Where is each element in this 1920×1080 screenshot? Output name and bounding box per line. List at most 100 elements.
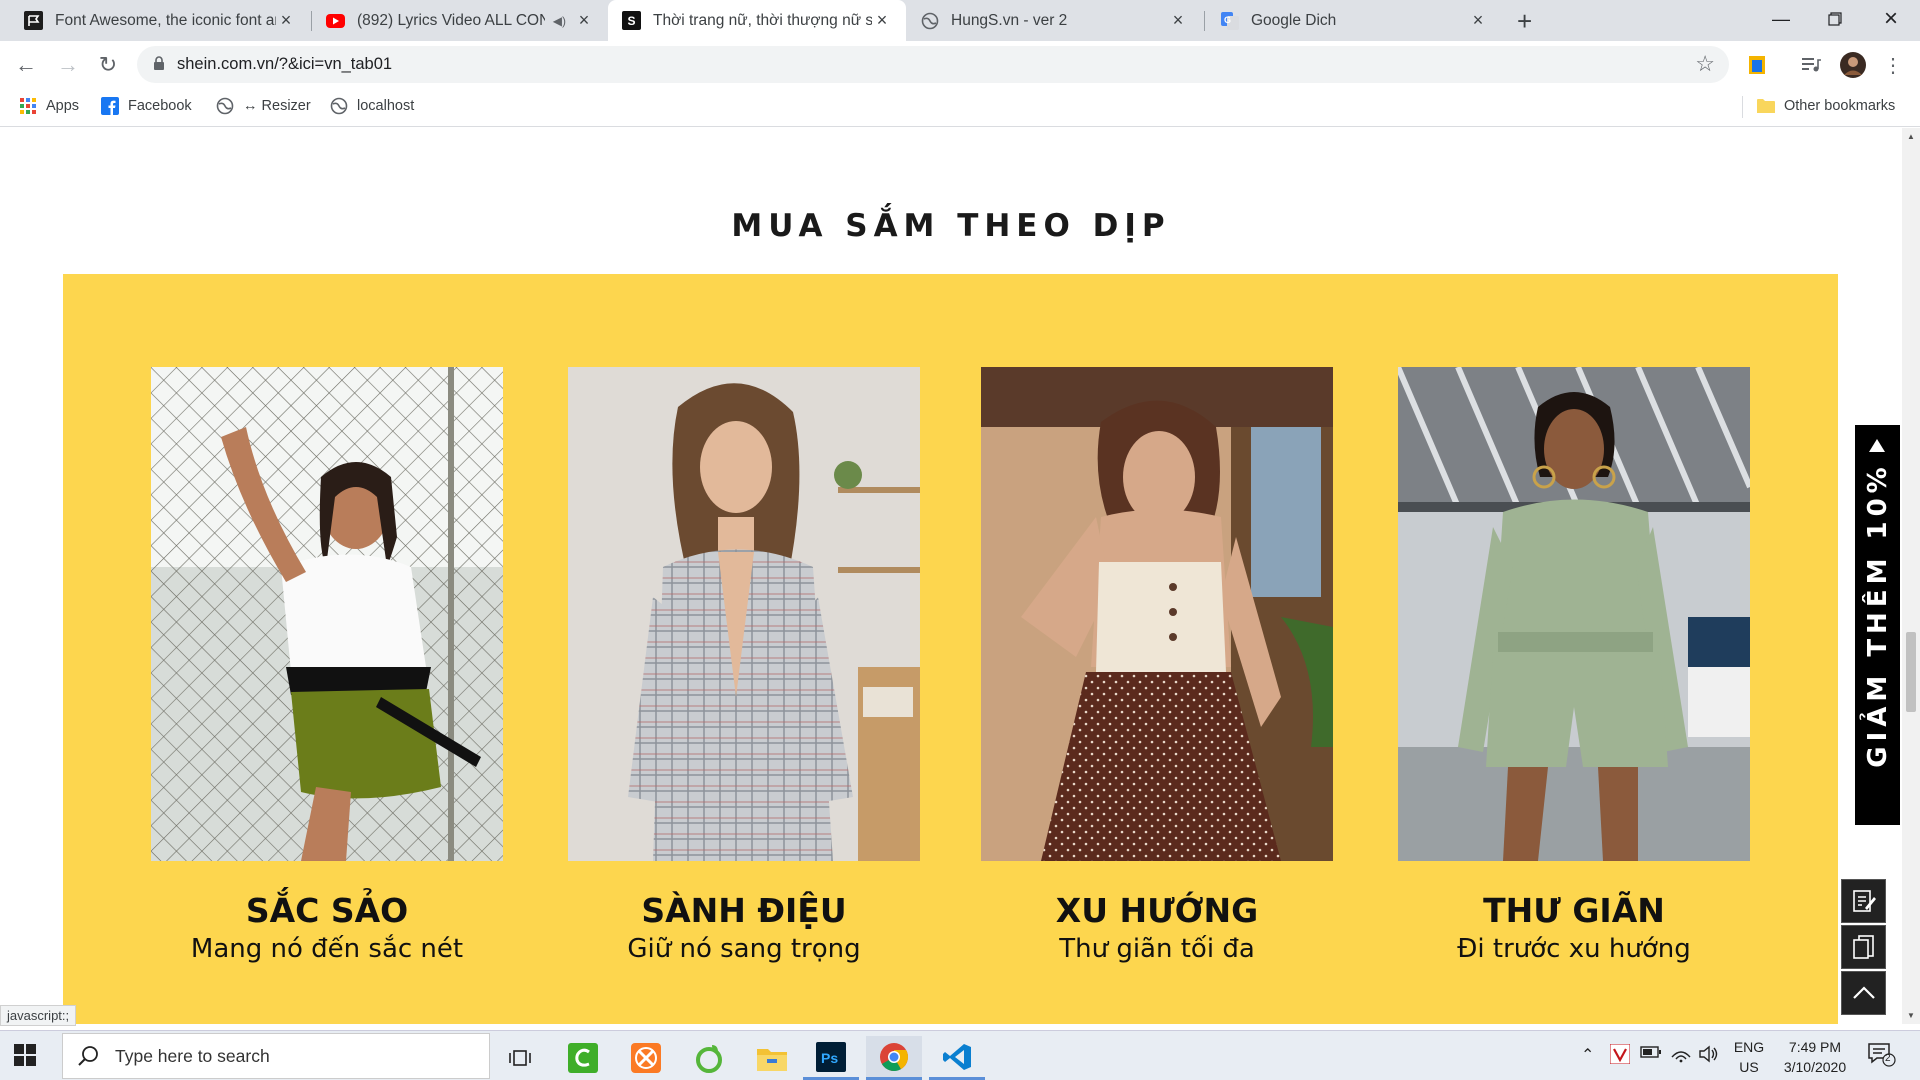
facebook-icon	[100, 96, 119, 115]
caret-up-icon	[1869, 439, 1885, 452]
tab-shein-active[interactable]: S Thời trang nữ, thời thượng nữ sa ×	[608, 0, 906, 41]
forward-arrow-icon[interactable]: →	[52, 49, 84, 81]
file-explorer-icon[interactable]	[744, 1036, 800, 1080]
address-bar[interactable]: shein.com.vn/?&ici=vn_tab01 ☆	[137, 46, 1729, 83]
reload-icon[interactable]: ↻	[92, 49, 124, 81]
bookmark-apps[interactable]: Apps	[18, 96, 79, 115]
close-tab-icon[interactable]: ×	[1168, 10, 1188, 31]
scroll-up-arrow-icon[interactable]: ▲	[1907, 132, 1915, 141]
shein-s-icon: S	[622, 11, 641, 30]
browser-toolbar: ← → ↻ shein.com.vn/?&ici=vn_tab01 ☆ ⋮	[0, 41, 1920, 88]
other-bookmarks[interactable]: Other bookmarks	[1756, 96, 1895, 115]
web-page: MUA SẮM THEO DỊP SẮC SẢO Mang nó đến sắc…	[0, 128, 1902, 1024]
back-arrow-icon[interactable]: ←	[10, 49, 42, 81]
input-language-indicator[interactable]: ENG US	[1730, 1037, 1768, 1077]
new-tab-icon[interactable]: +	[1517, 6, 1532, 37]
tab-font-awesome[interactable]: Font Awesome, the iconic font an ×	[10, 0, 310, 41]
close-tab-icon[interactable]: ×	[872, 10, 892, 31]
clock-time: 7:49 PM	[1788, 1039, 1842, 1055]
scroll-down-arrow-icon[interactable]: ▼	[1907, 1011, 1915, 1020]
lock-icon	[154, 56, 164, 70]
extension-icon[interactable]	[1744, 52, 1770, 78]
font-awesome-flag-icon	[24, 11, 43, 30]
camtasia-app-icon[interactable]	[555, 1036, 611, 1080]
tab-title: Thời trang nữ, thời thượng nữ sa	[653, 11, 872, 29]
profile-avatar[interactable]	[1840, 52, 1866, 78]
notification-count: 2	[1885, 1053, 1891, 1064]
link-status-bar: javascript:;	[0, 1005, 77, 1026]
task-view-icon[interactable]	[492, 1036, 548, 1080]
restore-icon[interactable]	[1806, 0, 1864, 38]
close-window-icon[interactable]: ×	[1862, 0, 1920, 38]
system-clock[interactable]: 7:49 PM 3/10/2020	[1770, 1037, 1860, 1077]
bookmark-star-icon[interactable]: ☆	[1695, 51, 1715, 77]
page-scrollbar[interactable]: ▲ ▼	[1902, 128, 1920, 1024]
google-translate-icon: G	[1220, 11, 1239, 30]
promo-text: GIẢM THÊM 10%	[1863, 462, 1893, 768]
mobile-app-button[interactable]	[1841, 925, 1886, 969]
battery-icon[interactable]	[1640, 1045, 1662, 1064]
volume-icon[interactable]	[1698, 1045, 1720, 1068]
photoshop-app-icon[interactable]: Ps	[803, 1036, 859, 1080]
bookmark-divider	[1742, 96, 1743, 118]
search-icon	[78, 1046, 98, 1066]
chrome-app-icon[interactable]	[866, 1036, 922, 1080]
occasion-card-sanh-dieu[interactable]: SÀNH ĐIỆU Giữ nó sang trọng	[568, 367, 920, 964]
occasion-card-xu-huong[interactable]: XU HƯỚNG Thư giãn tối đa	[981, 367, 1333, 964]
survey-edit-button[interactable]	[1841, 879, 1886, 923]
card-subtitle: Mang nó đến sắc nét	[190, 934, 464, 964]
svg-text:G: G	[1224, 15, 1231, 25]
tab-divider	[1204, 11, 1205, 31]
url-text[interactable]: shein.com.vn/?&ici=vn_tab01	[177, 55, 392, 74]
occasion-card-sac-sao[interactable]: SẮC SẢO Mang nó đến sắc nét	[151, 367, 503, 964]
vivaldi-tray-icon[interactable]	[1609, 1043, 1631, 1069]
occasion-banner: SẮC SẢO Mang nó đến sắc nét SÀNH ĐIỆU Gi…	[63, 274, 1838, 1024]
bookmark-resizer[interactable]: ↔ Resizer	[215, 96, 311, 115]
close-tab-icon[interactable]: ×	[574, 10, 594, 31]
tab-google-dich[interactable]: G Google Dich ×	[1206, 0, 1502, 41]
coccoc-app-icon[interactable]	[681, 1036, 737, 1080]
folder-icon	[1756, 96, 1775, 115]
vscode-app-icon[interactable]	[929, 1036, 985, 1080]
occasion-card-thu-gian[interactable]: THƯ GIÃN Đi trước xu hướng	[1398, 367, 1750, 964]
scrollbar-thumb[interactable]	[1906, 632, 1916, 712]
notification-center-icon[interactable]: 2	[1868, 1043, 1896, 1072]
other-bookmarks-label: Other bookmarks	[1784, 97, 1896, 114]
product-photo[interactable]	[151, 367, 503, 861]
tab-title: Google Dich	[1251, 11, 1337, 29]
bookmark-localhost[interactable]: localhost	[329, 96, 414, 115]
product-photo[interactable]	[568, 367, 920, 861]
language-code: ENG	[1733, 1039, 1765, 1055]
bookmarks-bar: Apps Facebook ↔ Resizer localhost Other …	[0, 88, 1920, 127]
wifi-icon[interactable]	[1670, 1045, 1692, 1068]
tab-title: Font Awesome, the iconic font an	[55, 11, 276, 29]
close-tab-icon[interactable]: ×	[276, 10, 296, 31]
discount-promo-tab[interactable]: GIẢM THÊM 10%	[1855, 425, 1900, 825]
card-title: THƯ GIÃN	[1483, 891, 1665, 930]
chevron-up-icon	[1852, 986, 1875, 999]
show-hidden-icons-caret-icon[interactable]: ⌃	[1581, 1045, 1594, 1065]
windows-start-icon[interactable]	[14, 1044, 36, 1066]
card-title: XU HƯỚNG	[1055, 891, 1259, 930]
audio-playing-icon[interactable]: ◀)	[553, 14, 566, 28]
tab-title: (892) Lyrics Video ALL CONC	[357, 11, 545, 29]
minimize-icon[interactable]: —	[1752, 0, 1810, 38]
bookmark-facebook[interactable]: Facebook	[100, 96, 192, 115]
card-subtitle: Đi trước xu hướng	[1457, 934, 1691, 964]
card-title: SÀNH ĐIỆU	[641, 891, 847, 930]
product-photo[interactable]	[1398, 367, 1750, 861]
media-controls-icon[interactable]	[1798, 52, 1824, 78]
card-subtitle: Thư giãn tối đa	[1059, 934, 1255, 964]
more-menu-icon[interactable]: ⋮	[1880, 52, 1906, 78]
device-copy-icon	[1852, 935, 1874, 959]
section-title: MUA SẮM THEO DỊP	[731, 208, 1171, 244]
youtube-icon	[326, 11, 345, 30]
back-to-top-button[interactable]	[1841, 971, 1886, 1015]
tab-youtube-lyrics[interactable]: (892) Lyrics Video ALL CONC ◀) ×	[312, 0, 608, 41]
xampp-app-icon[interactable]	[618, 1036, 674, 1080]
product-photo[interactable]	[981, 367, 1333, 861]
tab-hungs[interactable]: HungS.vn - ver 2 ×	[906, 0, 1202, 41]
taskbar-search-box[interactable]: Type here to search	[62, 1033, 490, 1079]
close-tab-icon[interactable]: ×	[1468, 10, 1488, 31]
card-subtitle: Giữ nó sang trọng	[627, 934, 861, 964]
